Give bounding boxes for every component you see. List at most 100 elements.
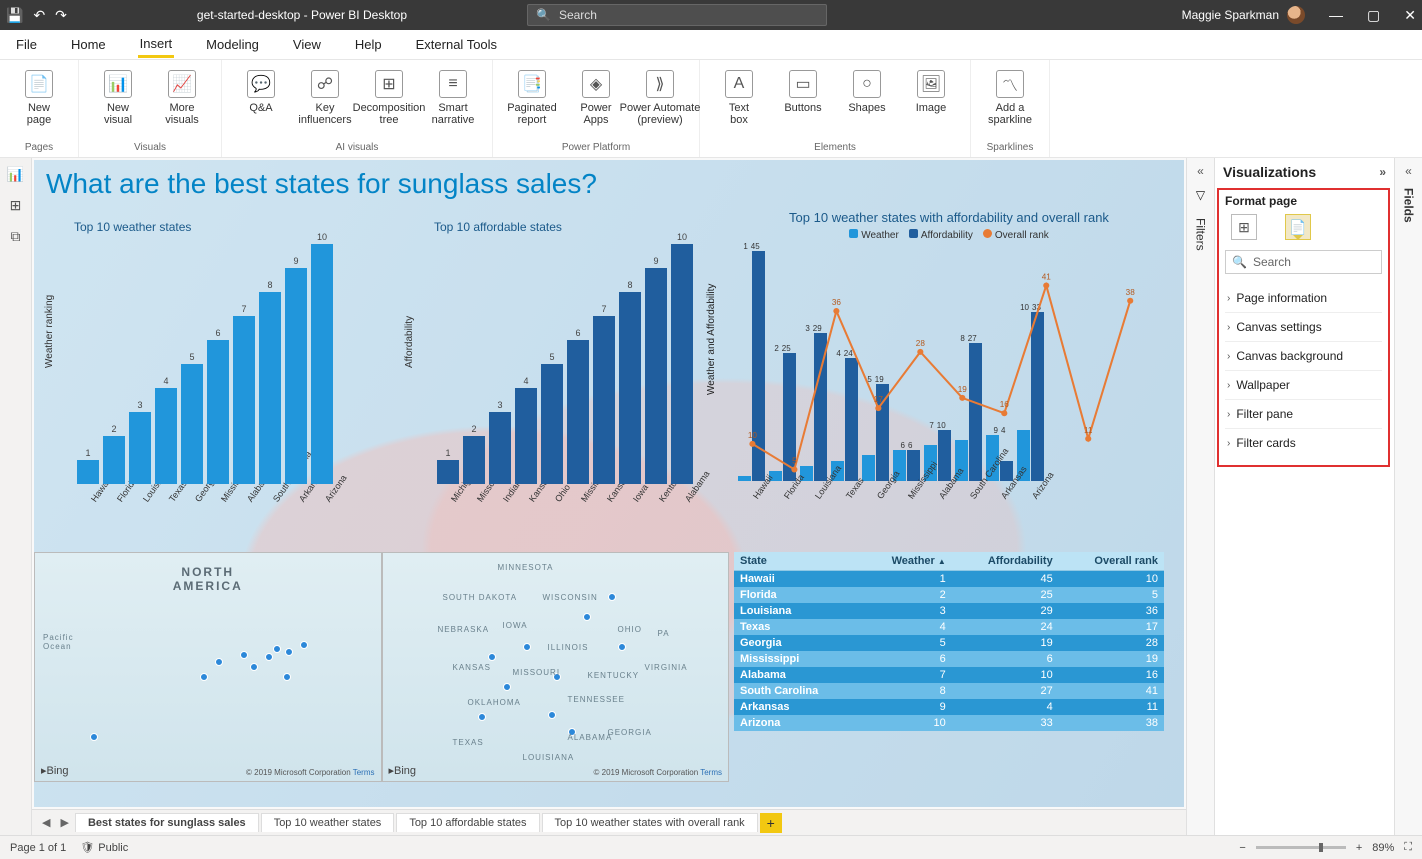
close-button[interactable]: ✕ — [1404, 7, 1416, 24]
table-row[interactable]: Mississippi6619 — [734, 651, 1164, 667]
format-section-page-information[interactable]: ›Page information — [1225, 284, 1382, 312]
zoom-in-button[interactable]: + — [1356, 842, 1362, 854]
tab-next[interactable]: ▶ — [56, 816, 72, 829]
map-state-label: VIRGINIA — [645, 663, 688, 672]
table-row[interactable]: Arkansas9411 — [734, 699, 1164, 715]
tab-prev[interactable]: ◀ — [38, 816, 54, 829]
map-right[interactable]: ▸Bing © 2019 Microsoft Corporation Terms… — [382, 552, 730, 782]
ribbon-icon: ▭ — [789, 70, 817, 98]
format-section-filter-pane[interactable]: ›Filter pane — [1225, 399, 1382, 428]
ribbon-image[interactable]: 🖼Image — [902, 66, 960, 114]
table-cell: 29 — [952, 603, 1059, 619]
table-row[interactable]: South Carolina82741 — [734, 683, 1164, 699]
ribbon-q&a[interactable]: 💬Q&A — [232, 66, 290, 114]
page-tab[interactable]: Top 10 weather states with overall rank — [542, 813, 758, 832]
format-section-canvas-background[interactable]: ›Canvas background — [1225, 341, 1382, 370]
fit-page-button[interactable]: ⛶ — [1404, 841, 1412, 854]
chevron-left-icon[interactable]: « — [1197, 164, 1204, 178]
table-header[interactable]: Weather ▲ — [860, 552, 952, 571]
chart-affordable[interactable]: Top 10 affordable states Affordability 1… — [434, 220, 734, 498]
menu-home[interactable]: Home — [69, 33, 108, 56]
model-view-icon[interactable]: ⧉ — [11, 228, 21, 245]
svg-text:38: 38 — [1126, 288, 1136, 297]
menu-modeling[interactable]: Modeling — [204, 33, 261, 56]
terms-link[interactable]: Terms — [700, 768, 722, 777]
save-icon[interactable]: 💾 — [6, 7, 23, 24]
table-row[interactable]: Texas42417 — [734, 619, 1164, 635]
table-row[interactable]: Arizona103338 — [734, 715, 1164, 731]
ribbon-new-page[interactable]: 📄New page — [10, 66, 68, 126]
minimize-button[interactable]: — — [1329, 7, 1343, 24]
ribbon-text-box[interactable]: AText box — [710, 66, 768, 126]
ribbon-buttons[interactable]: ▭Buttons — [774, 66, 832, 114]
menu-help[interactable]: Help — [353, 33, 384, 56]
map-state-label: ALABAMA — [568, 733, 613, 742]
legend: WeatherAffordabilityOverall rank — [734, 229, 1164, 241]
chevron-left-icon[interactable]: « — [1405, 164, 1412, 178]
chart-weather[interactable]: Top 10 weather states Weather ranking 1H… — [74, 220, 374, 498]
ribbon: 📄New pagePages📊New visual📈More visualsVi… — [0, 60, 1422, 158]
report-canvas[interactable]: What are the best states for sunglass sa… — [34, 160, 1184, 807]
table-row[interactable]: Hawaii14510 — [734, 571, 1164, 588]
ribbon-decomposition-tree[interactable]: ⊞Decomposition tree — [360, 66, 418, 126]
menu-view[interactable]: View — [291, 33, 323, 56]
table-cell: 5 — [860, 635, 952, 651]
chevron-right-icon: › — [1227, 438, 1230, 449]
build-visual-button[interactable]: ⊞ — [1231, 214, 1257, 240]
ribbon-icon: 📑 — [518, 70, 546, 98]
table-row[interactable]: Louisiana32936 — [734, 603, 1164, 619]
table-cell: Florida — [734, 587, 860, 603]
table-cell: 19 — [952, 635, 1059, 651]
page-tab[interactable]: Top 10 affordable states — [396, 813, 539, 832]
table-row[interactable]: Alabama71016 — [734, 667, 1164, 683]
table-row[interactable]: Georgia51928 — [734, 635, 1164, 651]
chart-combined[interactable]: Top 10 weather states with affordability… — [734, 210, 1164, 495]
menu-file[interactable]: File — [14, 33, 39, 56]
data-table[interactable]: StateWeather ▲AffordabilityOverall rankH… — [734, 552, 1164, 731]
menu-insert[interactable]: Insert — [138, 32, 175, 58]
format-section-label: Page information — [1236, 291, 1327, 305]
ribbon-key-influencers[interactable]: ☍Key influencers — [296, 66, 354, 126]
ribbon-add-a-sparkline[interactable]: 〽Add a sparkline — [981, 66, 1039, 126]
format-section-wallpaper[interactable]: ›Wallpaper — [1225, 370, 1382, 399]
table-header[interactable]: Affordability — [952, 552, 1059, 571]
user-account[interactable]: Maggie Sparkman — [1182, 6, 1305, 24]
global-search[interactable]: 🔍 Search — [527, 4, 827, 26]
table-cell: Mississippi — [734, 651, 860, 667]
format-page-button[interactable]: 📄 — [1285, 214, 1311, 240]
svg-text:28: 28 — [916, 339, 926, 348]
zoom-out-button[interactable]: − — [1239, 842, 1245, 854]
ribbon-paginated-report[interactable]: 📑Paginated report — [503, 66, 561, 126]
undo-icon[interactable]: ↶ — [33, 7, 45, 24]
ribbon-smart-narrative[interactable]: ≡Smart narrative — [424, 66, 482, 126]
ribbon-power-automate-(preview)[interactable]: ⟫Power Automate (preview) — [631, 66, 689, 126]
add-page-button[interactable]: + — [760, 813, 782, 833]
table-cell: 36 — [1059, 603, 1164, 619]
ribbon-new-visual[interactable]: 📊New visual — [89, 66, 147, 126]
terms-link[interactable]: Terms — [353, 768, 375, 777]
redo-icon[interactable]: ↷ — [55, 7, 67, 24]
table-header[interactable]: Overall rank — [1059, 552, 1164, 571]
ribbon-icon: 💬 — [247, 70, 275, 98]
ribbon-power-apps[interactable]: ◈Power Apps — [567, 66, 625, 126]
ribbon-shapes[interactable]: ○Shapes — [838, 66, 896, 114]
table-header[interactable]: State — [734, 552, 860, 571]
ribbon-group-label: Pages — [0, 140, 78, 157]
chevron-right-icon[interactable]: » — [1379, 165, 1386, 179]
page-tab[interactable]: Top 10 weather states — [261, 813, 395, 832]
data-view-icon[interactable]: ⊞ — [10, 197, 22, 214]
fields-pane-collapsed[interactable]: « Fields — [1394, 158, 1422, 835]
maximize-button[interactable]: ▢ — [1367, 7, 1380, 24]
page-tab[interactable]: Best states for sunglass sales — [75, 813, 259, 832]
format-section-canvas-settings[interactable]: ›Canvas settings — [1225, 312, 1382, 341]
table-row[interactable]: Florida2255 — [734, 587, 1164, 603]
ribbon-more-visuals[interactable]: 📈More visuals — [153, 66, 211, 126]
map-left[interactable]: NORTH AMERICA Pacific Ocean ▸Bing © 2019… — [34, 552, 382, 782]
filters-pane-collapsed[interactable]: « ▽ Filters — [1186, 158, 1214, 835]
format-section-filter-cards[interactable]: ›Filter cards — [1225, 428, 1382, 457]
menu-external-tools[interactable]: External Tools — [414, 33, 499, 56]
report-view-icon[interactable]: 📊 — [7, 166, 24, 183]
search-placeholder: Search — [1253, 255, 1291, 269]
zoom-slider[interactable] — [1256, 846, 1346, 849]
format-search[interactable]: 🔍 Search — [1225, 250, 1382, 274]
